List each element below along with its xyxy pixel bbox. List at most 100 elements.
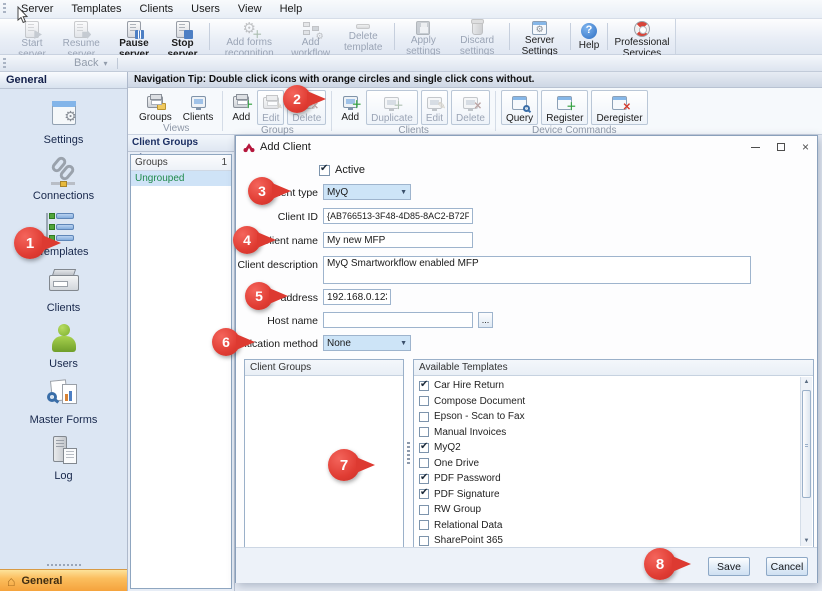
toolbar-separator bbox=[607, 23, 608, 50]
templates-scrollbar[interactable]: ▲ ▼ bbox=[800, 377, 812, 546]
server-pause-icon bbox=[127, 21, 141, 38]
group-edit-button[interactable]: ✎ Edit bbox=[257, 90, 284, 125]
template-row[interactable]: SharePoint 365 bbox=[414, 534, 800, 548]
menu-help[interactable]: Help bbox=[271, 1, 312, 17]
template-checkbox[interactable] bbox=[419, 520, 429, 530]
sidebar-header: General bbox=[0, 72, 127, 89]
dialog-title-bar[interactable]: Add Client × bbox=[236, 136, 817, 158]
sidebar-item-users[interactable]: Users bbox=[45, 322, 83, 370]
home-icon: ⌂ bbox=[7, 574, 15, 588]
ip-address-input[interactable] bbox=[323, 289, 391, 305]
sidebar-item-clients[interactable]: Clients bbox=[45, 266, 83, 314]
active-checkbox[interactable] bbox=[319, 165, 330, 176]
template-row[interactable]: PDF Password bbox=[414, 472, 800, 486]
client-description-input[interactable] bbox=[323, 256, 751, 284]
deregister-button[interactable]: ✕ Deregister bbox=[591, 90, 647, 125]
template-row[interactable]: Epson - Scan to Fax bbox=[414, 410, 800, 424]
menu-clients[interactable]: Clients bbox=[131, 1, 183, 17]
edit-icon: ✎ bbox=[263, 97, 279, 109]
maximize-button[interactable] bbox=[777, 143, 785, 151]
stop-server-button[interactable]: Stop server bbox=[159, 20, 205, 53]
query-icon bbox=[512, 96, 527, 110]
add-workflow-button[interactable]: ⚙ Add workflow bbox=[286, 20, 335, 53]
help-icon: ? bbox=[581, 23, 597, 39]
sidebar-item-connections[interactable]: Connections bbox=[33, 154, 94, 202]
toolbar-separator bbox=[394, 23, 395, 50]
template-checkbox[interactable] bbox=[419, 505, 429, 515]
template-checkbox[interactable] bbox=[419, 412, 429, 422]
client-duplicate-button[interactable]: ＋ Duplicate bbox=[366, 90, 418, 125]
groups-column-header[interactable]: Groups 1 bbox=[131, 155, 231, 171]
sidebar-splitter[interactable] bbox=[0, 561, 127, 569]
client-description-label: Client description bbox=[204, 259, 318, 271]
client-edit-button[interactable]: ✎ Edit bbox=[421, 90, 448, 125]
host-name-browse-button[interactable]: ... bbox=[478, 312, 493, 328]
professional-services-button[interactable]: Professional Services bbox=[611, 20, 673, 53]
sidebar-item-master-forms[interactable]: Master Forms bbox=[30, 378, 98, 426]
client-type-dropdown[interactable]: MyQ ▼ bbox=[323, 184, 411, 200]
cancel-button[interactable]: Cancel bbox=[766, 557, 808, 576]
template-row[interactable]: Car Hire Return bbox=[414, 379, 800, 393]
template-checkbox[interactable] bbox=[419, 427, 429, 437]
register-button[interactable]: ＋ Register bbox=[541, 90, 588, 125]
client-id-input[interactable] bbox=[323, 208, 473, 224]
template-row[interactable]: PDF Signature bbox=[414, 487, 800, 501]
menu-view[interactable]: View bbox=[229, 1, 271, 17]
template-row[interactable]: Relational Data bbox=[414, 518, 800, 532]
client-groups-directory-title: Client Groups Directory bbox=[128, 135, 234, 152]
resume-server-button[interactable]: Resume server bbox=[54, 20, 109, 53]
client-name-input[interactable] bbox=[323, 232, 473, 248]
host-name-label: Host name bbox=[204, 315, 318, 327]
annotation-2: 2 bbox=[283, 85, 311, 113]
apply-settings-button[interactable]: Apply settings bbox=[398, 20, 449, 53]
available-templates-panel: Available Templates Car Hire Return Comp… bbox=[413, 359, 814, 548]
template-checkbox[interactable] bbox=[419, 381, 429, 391]
template-checkbox[interactable] bbox=[419, 536, 429, 546]
client-delete-button[interactable]: ✕ Delete bbox=[451, 90, 490, 125]
sidebar-item-settings[interactable]: ⚙ Settings bbox=[44, 98, 84, 146]
template-checkbox[interactable] bbox=[419, 489, 429, 499]
group-add-button[interactable]: ＋ Add bbox=[228, 90, 254, 125]
connections-icon bbox=[45, 154, 83, 188]
template-checkbox[interactable] bbox=[419, 443, 429, 453]
query-button[interactable]: Query bbox=[501, 90, 538, 125]
template-row[interactable]: Manual Invoices bbox=[414, 425, 800, 439]
scrollbar-thumb[interactable] bbox=[802, 390, 811, 498]
add-icon: ＋ bbox=[233, 96, 249, 108]
menu-templates[interactable]: Templates bbox=[62, 1, 130, 17]
template-row[interactable]: RW Group bbox=[414, 503, 800, 517]
sidebar-footer-general[interactable]: ⌂ General bbox=[0, 569, 127, 591]
template-checkbox[interactable] bbox=[419, 474, 429, 484]
close-icon[interactable]: × bbox=[802, 141, 809, 153]
server-settings-button[interactable]: ⚙ Server Settings bbox=[512, 20, 567, 53]
forms-recognition-icon: ⚙＋ bbox=[241, 21, 257, 37]
annotation-1: 1 bbox=[14, 227, 46, 259]
minimize-button[interactable] bbox=[751, 147, 760, 148]
host-name-input[interactable] bbox=[323, 312, 473, 328]
sidebar-item-log[interactable]: Log bbox=[45, 434, 83, 482]
groups-view-button[interactable]: Groups bbox=[135, 90, 176, 123]
discard-settings-button[interactable]: Discard settings bbox=[449, 20, 506, 53]
authentication-method-dropdown[interactable]: None ▼ bbox=[323, 335, 411, 351]
delete-template-button[interactable]: Delete template bbox=[335, 20, 391, 53]
add-forms-recognition-button[interactable]: ⚙＋ Add forms recognition bbox=[212, 20, 286, 53]
help-button[interactable]: ? Help bbox=[574, 20, 605, 53]
register-icon: ＋ bbox=[557, 96, 572, 110]
scroll-up-icon[interactable]: ▲ bbox=[802, 377, 811, 387]
template-row[interactable]: Compose Document bbox=[414, 394, 800, 408]
back-button[interactable]: Back▾ bbox=[74, 57, 107, 69]
template-checkbox[interactable] bbox=[419, 396, 429, 406]
menu-users[interactable]: Users bbox=[182, 1, 229, 17]
client-add-button[interactable]: ＋ Add bbox=[337, 90, 363, 125]
panel-splitter[interactable] bbox=[406, 359, 410, 548]
clients-view-button[interactable]: Clients bbox=[179, 90, 218, 123]
group-row-ungrouped[interactable]: Ungrouped bbox=[131, 171, 231, 186]
template-checkbox[interactable] bbox=[419, 458, 429, 468]
template-row[interactable]: MyQ2 bbox=[414, 441, 800, 455]
save-button[interactable]: Save bbox=[708, 557, 750, 576]
start-server-button[interactable]: Start server bbox=[10, 20, 54, 53]
back-bar: Back▾ bbox=[0, 55, 822, 72]
pause-server-button[interactable]: Pause server bbox=[109, 20, 160, 53]
scroll-down-icon[interactable]: ▼ bbox=[802, 536, 811, 546]
template-row[interactable]: One Drive bbox=[414, 456, 800, 470]
